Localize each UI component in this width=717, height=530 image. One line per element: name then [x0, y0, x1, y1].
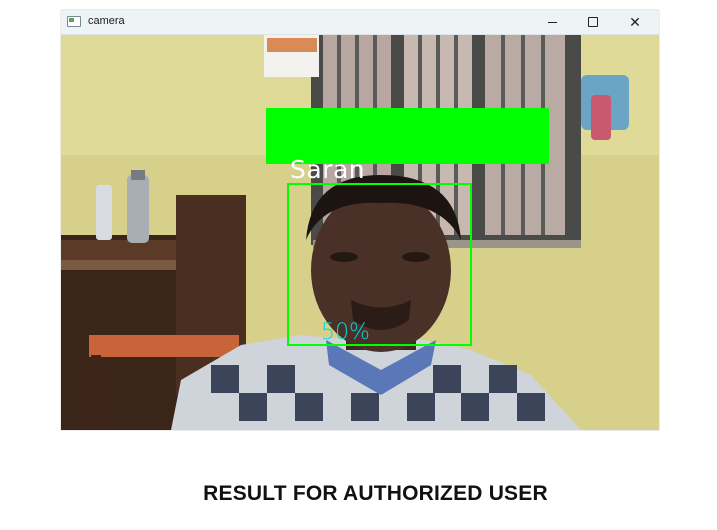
- result-caption: RESULT FOR AUTHORIZED USER: [203, 482, 548, 505]
- minimize-button[interactable]: [531, 10, 573, 34]
- confidence-label: 50%: [321, 320, 370, 345]
- title-bar[interactable]: camera ✕: [61, 10, 659, 35]
- maximize-icon: [588, 17, 598, 27]
- maximize-button[interactable]: [572, 10, 614, 34]
- minimize-icon: [547, 21, 557, 23]
- window-title: camera: [88, 15, 125, 27]
- close-icon: ✕: [629, 14, 641, 30]
- camera-feed: Saran 50%: [61, 35, 659, 430]
- close-button[interactable]: ✕: [614, 10, 656, 34]
- camera-app-icon: [67, 16, 81, 27]
- face-detection-box: [287, 183, 472, 346]
- camera-window: camera ✕ Saran 50%: [61, 10, 659, 430]
- recognized-name-label: Saran: [290, 155, 366, 184]
